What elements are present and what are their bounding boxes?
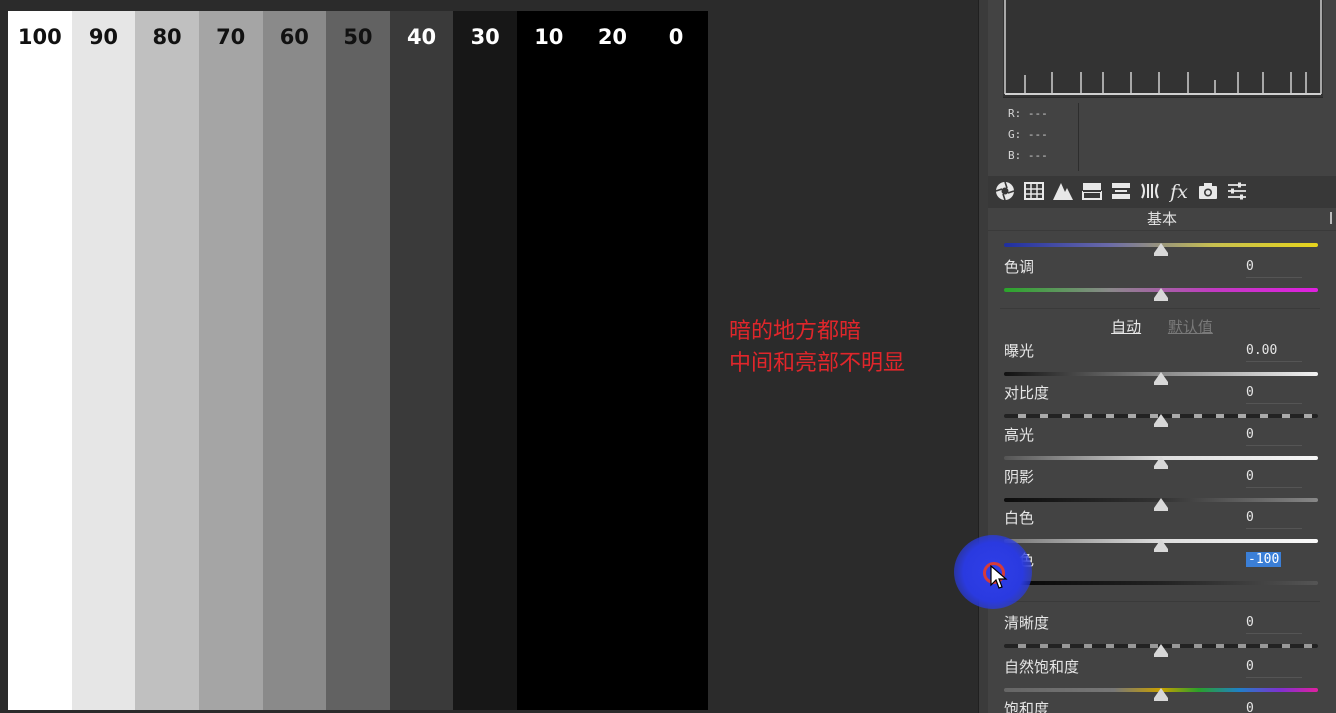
tint-value[interactable]: 0 <box>1246 257 1302 278</box>
gray-swatch: 70 <box>198 11 263 710</box>
auto-default-row: 自动 默认值 <box>988 316 1336 338</box>
exposure-label: 曝光 <box>1004 342 1035 360</box>
swatch-label: 40 <box>406 25 437 49</box>
saturation-value[interactable]: 0 <box>1246 699 1302 713</box>
highlights-row: 高光 0 <box>1004 425 1320 469</box>
contrast-thumb[interactable] <box>1154 414 1168 427</box>
whites-label: 白色 <box>1004 509 1035 527</box>
exposure-row: 曝光 0.00 <box>1004 341 1320 385</box>
contrast-label: 对比度 <box>1004 384 1050 402</box>
gray-swatch: 30 <box>453 11 517 710</box>
auto-link[interactable]: 自动 <box>1111 318 1141 336</box>
camera-raw-panel: R: --- G: --- B: --- fx 基本 色调 0 自动 默认值 曝… <box>988 0 1336 713</box>
whites-thumb[interactable] <box>1154 539 1168 552</box>
clarity-label: 清晰度 <box>1004 614 1050 632</box>
swatch-label: 60 <box>279 25 309 49</box>
shadows-label: 阴影 <box>1004 468 1035 486</box>
swatch-label: 100 <box>17 25 62 49</box>
g-value: G: --- <box>1008 128 1048 141</box>
annotation-text: 暗的地方都暗 中间和亮部不明显 <box>729 316 905 380</box>
swatch-label: 70 <box>216 25 246 49</box>
panel-tool-tabs: fx <box>988 176 1336 208</box>
swatch-label: 90 <box>88 25 119 49</box>
whites-value[interactable]: 0 <box>1246 508 1302 529</box>
fx-icon[interactable]: fx <box>1167 180 1191 204</box>
tint-label: 色调 <box>1004 258 1035 276</box>
swatch-label: 50 <box>343 25 373 49</box>
shadows-value[interactable]: 0 <box>1246 467 1302 488</box>
vibrance-label: 自然饱和度 <box>1004 658 1080 676</box>
sliders-icon[interactable] <box>1225 180 1249 204</box>
shadows-row: 阴影 0 <box>1004 467 1320 511</box>
highlights-label: 高光 <box>1004 426 1035 444</box>
saturation-label: 饱和度 <box>1004 700 1050 713</box>
vibrance-thumb[interactable] <box>1154 688 1168 701</box>
clarity-value[interactable]: 0 <box>1246 613 1302 634</box>
mountain-icon[interactable] <box>1051 180 1075 204</box>
exposure-thumb[interactable] <box>1154 372 1168 385</box>
blacks-track[interactable] <box>1004 581 1318 585</box>
histogram <box>1003 0 1323 98</box>
mouse-pointer-icon <box>990 565 1008 589</box>
default-link[interactable]: 默认值 <box>1168 318 1213 336</box>
grayscale-swatch-strip: 100 90 80 70 60 50 40 30 10 20 0 <box>8 11 708 710</box>
gray-swatch: 50 <box>326 11 390 710</box>
hsl-icon[interactable] <box>1109 180 1133 204</box>
tint-row: 色调 0 <box>1004 257 1320 301</box>
gray-swatch: 0 <box>644 11 708 710</box>
blacks-value[interactable]: -100 <box>1246 550 1302 570</box>
swatch-label: 20 <box>597 25 628 49</box>
highlights-thumb[interactable] <box>1154 456 1168 469</box>
lens-icon[interactable] <box>1138 180 1162 204</box>
vibrance-value[interactable]: 0 <box>1246 657 1302 678</box>
swatch-label: 80 <box>152 25 182 49</box>
shadows-thumb[interactable] <box>1154 498 1168 511</box>
temperature-thumb[interactable] <box>1154 243 1168 256</box>
temperature-row <box>1004 212 1320 256</box>
camera-icon[interactable] <box>1196 180 1220 204</box>
gray-swatch: 80 <box>135 11 199 710</box>
tint-thumb[interactable] <box>1154 288 1168 301</box>
gray-swatch: 10 <box>517 11 581 710</box>
grid-icon[interactable] <box>1022 180 1046 204</box>
clarity-row: 清晰度 0 <box>1004 613 1320 657</box>
gray-swatch: 60 <box>262 11 327 710</box>
whites-row: 白色 0 <box>1004 508 1320 552</box>
highlights-value[interactable]: 0 <box>1246 425 1302 446</box>
vibrance-row: 自然饱和度 0 <box>1004 657 1320 701</box>
gray-swatch: 20 <box>580 11 645 710</box>
gray-swatch: 40 <box>389 11 454 710</box>
contrast-row: 对比度 0 <box>1004 383 1320 427</box>
image-canvas: 100 90 80 70 60 50 40 30 10 20 0 暗的地方都暗 中间和亮部不明显 <box>0 0 978 713</box>
clarity-thumb[interactable] <box>1154 644 1168 657</box>
swatch-label: 10 <box>534 25 564 49</box>
swatch-label: 30 <box>470 25 500 49</box>
exposure-value[interactable]: 0.00 <box>1246 341 1302 362</box>
annotation-line-2: 中间和亮部不明显 <box>729 351 906 376</box>
b-value: B: --- <box>1008 149 1048 162</box>
panel-menu-icon[interactable] <box>1330 212 1336 224</box>
blacks-row: 黑色 -100 <box>1004 550 1320 590</box>
saturation-row: 饱和度 0 <box>1004 699 1320 713</box>
contrast-value[interactable]: 0 <box>1246 383 1302 404</box>
r-value: R: --- <box>1008 107 1048 120</box>
annotation-line-1: 暗的地方都暗 <box>729 319 862 344</box>
blacks-value-text: -100 <box>1246 552 1282 567</box>
aperture-icon[interactable] <box>993 180 1017 204</box>
swatch-label: 0 <box>668 25 684 49</box>
split-icon[interactable] <box>1080 180 1104 204</box>
gray-swatch: 90 <box>71 11 136 710</box>
rgb-readout: R: --- G: --- B: --- <box>1003 103 1079 171</box>
gray-swatch: 100 <box>8 11 72 710</box>
